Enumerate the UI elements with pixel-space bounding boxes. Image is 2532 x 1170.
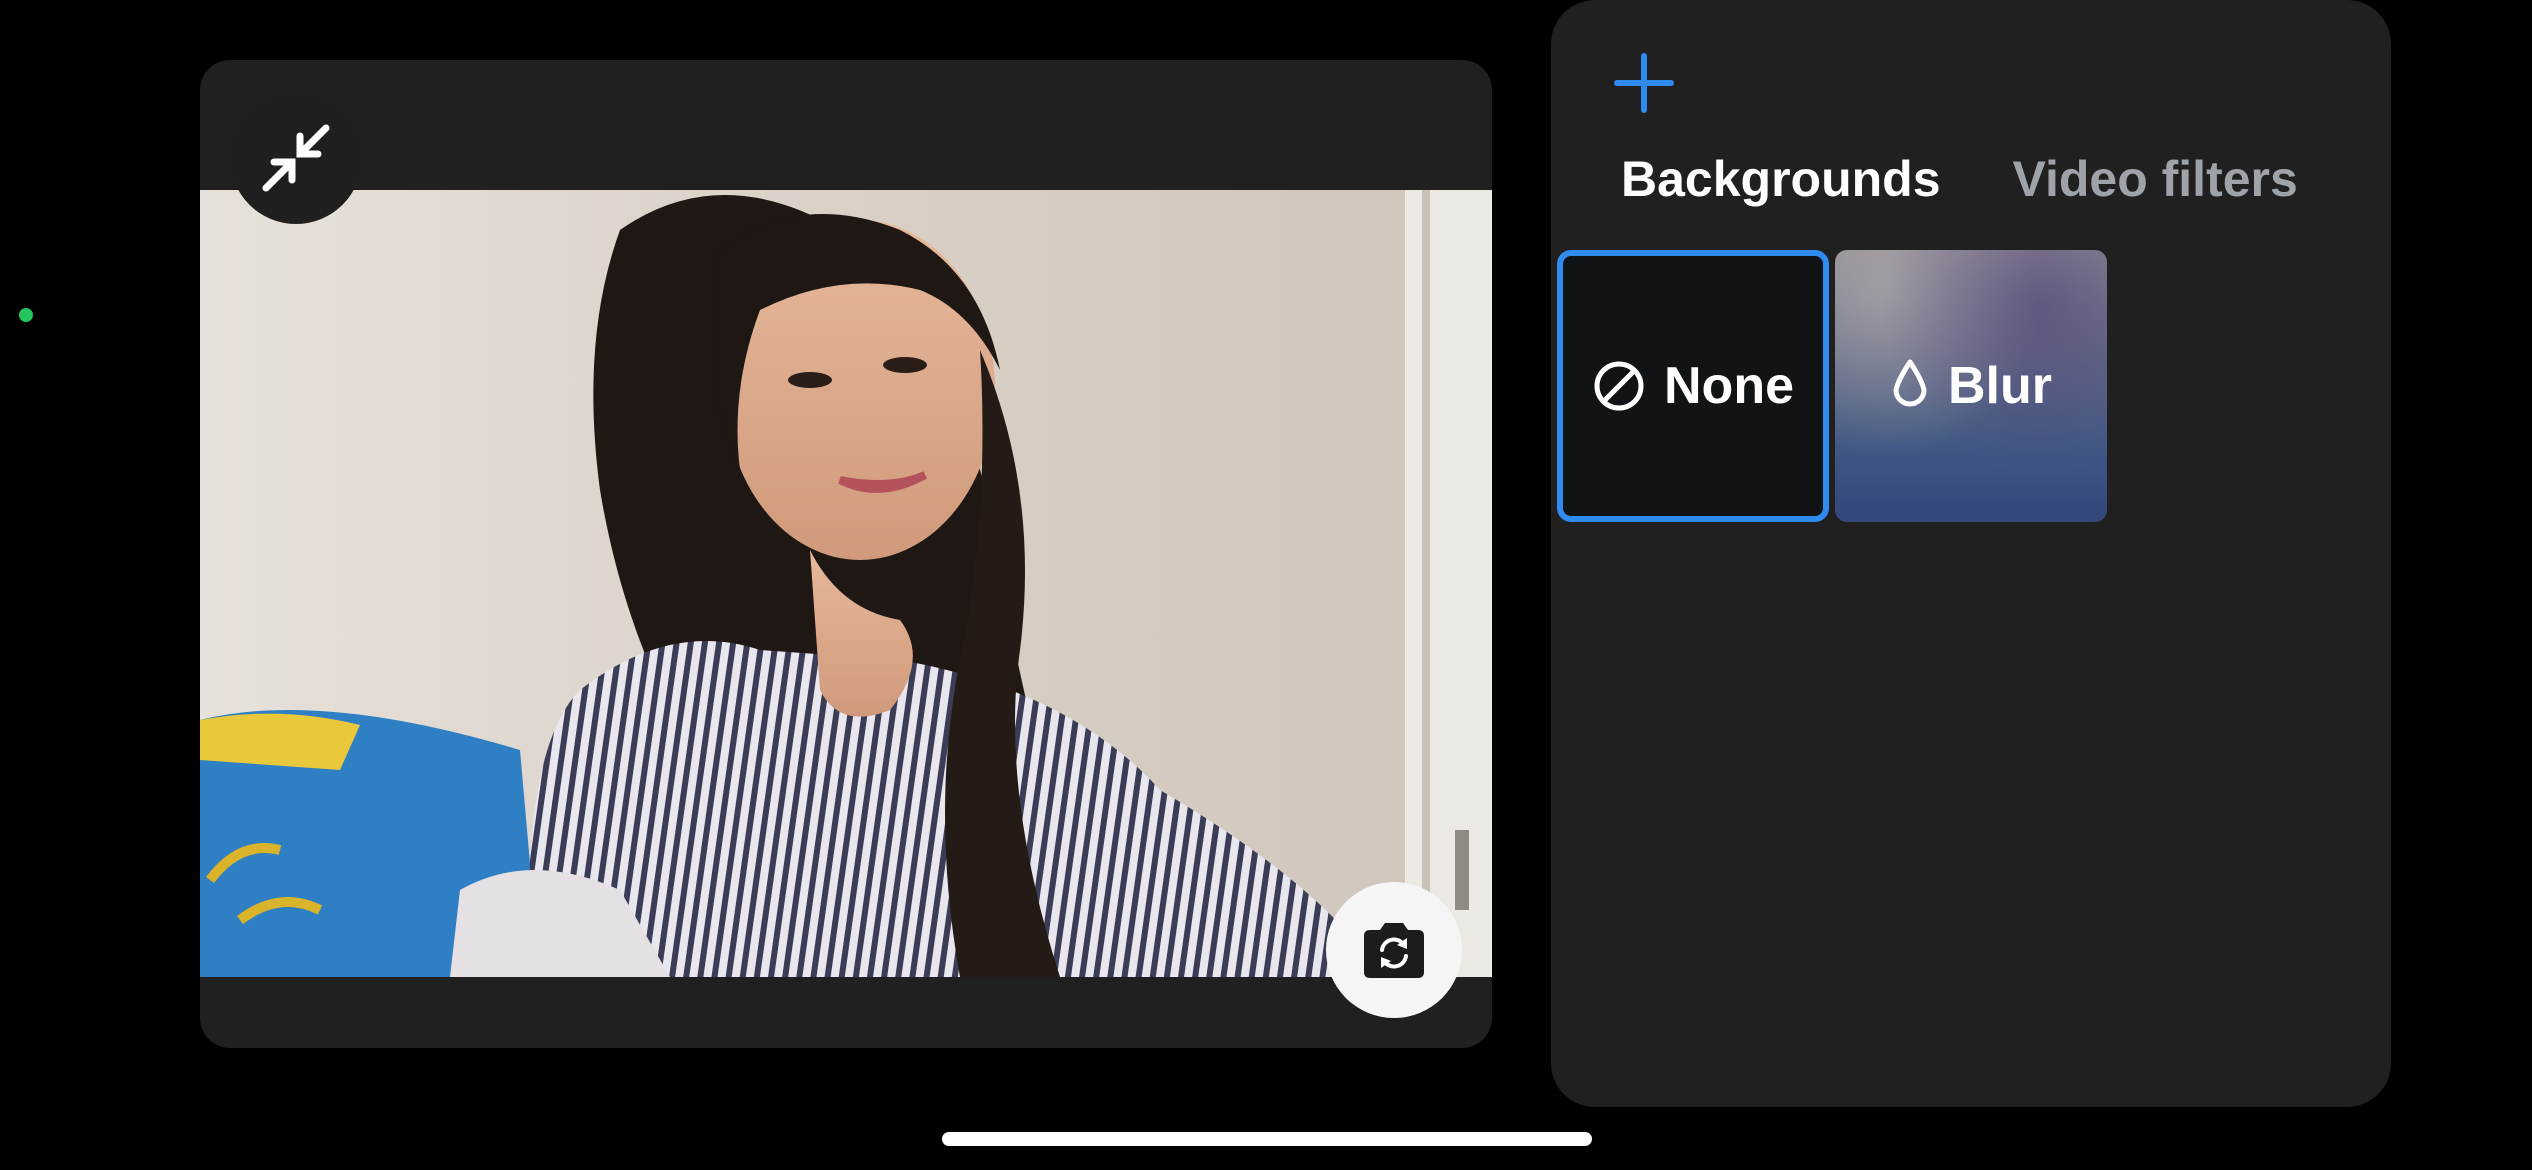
flip-camera-button[interactable] <box>1326 882 1462 1018</box>
tab-backgrounds[interactable]: Backgrounds <box>1621 150 1941 208</box>
video-preview-card <box>200 60 1492 1048</box>
camera-in-use-indicator <box>19 308 33 322</box>
background-option-blur[interactable]: Blur <box>1835 250 2107 522</box>
droplet-icon <box>1893 359 1927 407</box>
effects-tabs: Backgrounds Video filters <box>1621 150 2298 208</box>
effects-panel: Backgrounds Video filters None Blur <box>1551 0 2391 1107</box>
tab-video-filters[interactable]: Video filters <box>2013 150 2298 208</box>
background-option-none[interactable]: None <box>1557 250 1829 522</box>
option-label: None <box>1664 357 1794 415</box>
add-background-button[interactable] <box>1611 50 1677 116</box>
option-label: Blur <box>1948 357 2052 415</box>
camera-flip-icon <box>1364 923 1424 978</box>
collapse-button[interactable] <box>230 92 362 224</box>
background-options: None Blur <box>1557 250 2107 522</box>
screen: Backgrounds Video filters None Blur <box>0 0 2532 1170</box>
camera-feed <box>200 190 1492 977</box>
no-sign-icon <box>1594 361 1644 411</box>
home-indicator[interactable] <box>942 1132 1592 1146</box>
plus-icon <box>1614 53 1674 113</box>
collapse-arrows-icon <box>262 124 330 192</box>
